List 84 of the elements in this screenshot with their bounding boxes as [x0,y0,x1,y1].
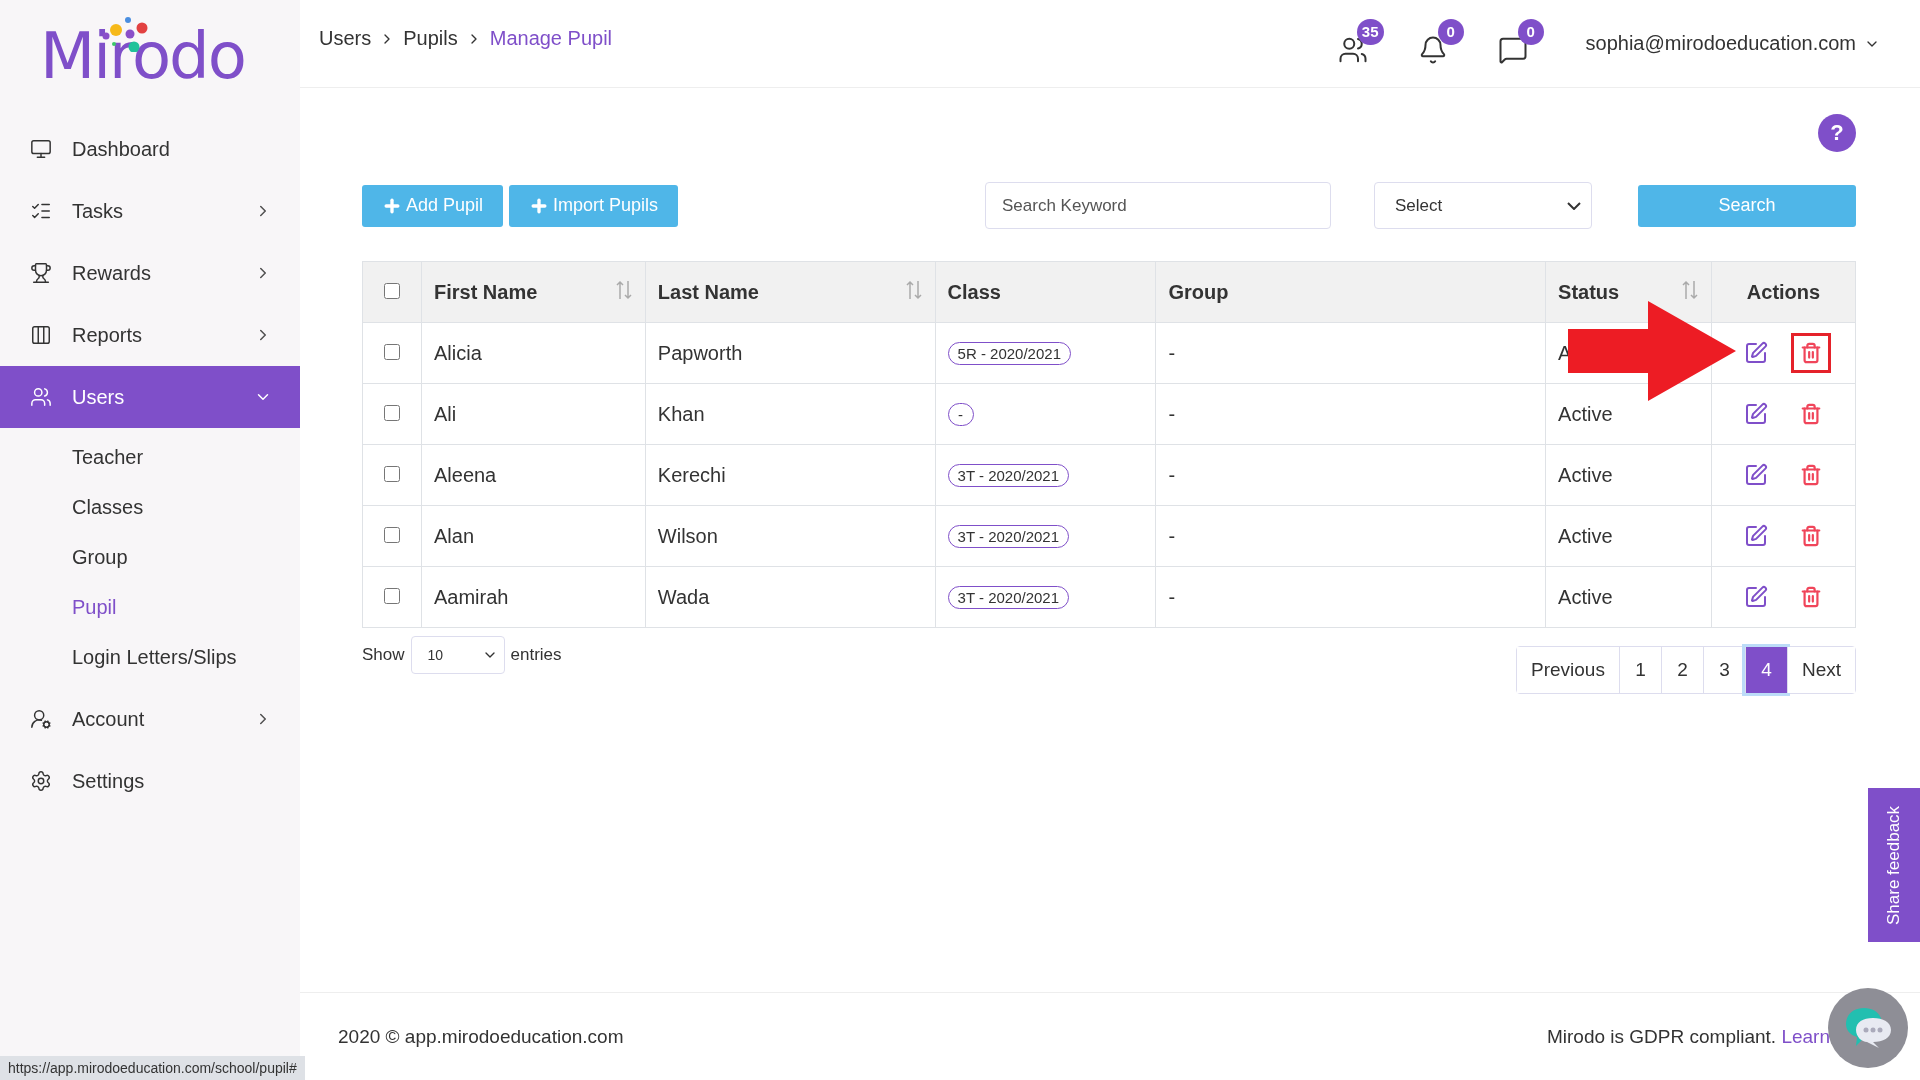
feedback-tab[interactable]: Share feedback [1868,788,1920,942]
table-cell: - [1155,322,1546,384]
help-button[interactable]: ? [1818,114,1856,152]
sidebar-subitem[interactable]: Login Letters/Slips [0,632,300,682]
users-icon [30,386,52,408]
column-header: First Name [433,280,538,304]
sidebar-item[interactable]: Account [0,688,300,750]
gdpr-text: Mirodo is GDPR compliant. [1547,1025,1777,1047]
trash-icon [1800,403,1823,425]
people-button[interactable]: 35 [1333,18,1384,69]
table-cell: - [1155,383,1546,445]
edit-icon [1744,524,1769,548]
column-header: Group [1168,280,1229,303]
table-cell: Active [1545,444,1712,506]
sidebar-subitem[interactable]: Group [0,532,300,582]
sidebar-subitem[interactable]: Classes [0,482,300,532]
user-cog-icon [30,708,52,730]
table-cell: - [1155,444,1546,506]
notifications-button[interactable]: 0 [1413,18,1464,69]
table-cell: Wada [645,566,936,628]
breadcrumb-link[interactable]: Users [319,27,372,50]
select-all-checkbox[interactable] [384,282,400,299]
sidebar-item[interactable]: Tasks [0,180,300,242]
messages-button[interactable]: 0 [1493,18,1544,69]
user-menu[interactable]: sophia@mirodoeducation.com [1579,31,1886,56]
search-field[interactable]: Search Keyword [985,182,1331,229]
entries-label: entries [510,645,562,665]
table-cell: Aleena [421,444,646,506]
table-cell: Active [1545,566,1712,628]
trash-icon [1800,342,1823,364]
row-checkbox[interactable] [384,587,400,604]
sidebar-item[interactable]: Settings [0,750,300,812]
sidebar-item[interactable]: Users [0,366,300,428]
table-cell: Papworth [645,322,936,384]
table-cell: Khan [645,383,936,445]
table-cell: Alan [421,505,646,567]
edit-icon [1744,463,1769,487]
sidebar-subitem[interactable]: Pupil [0,582,300,632]
trash-icon [1800,586,1823,608]
row-checkbox[interactable] [384,526,400,543]
settings-icon [30,770,52,792]
delete-button[interactable] [1791,333,1832,373]
table-cell: Alicia [421,322,646,384]
table-cell: - [1155,505,1546,567]
column-header: Last Name [657,280,759,304]
count-badge: 0 [1437,18,1464,45]
next-page-button[interactable]: Next [1786,647,1855,693]
row-checkbox[interactable] [384,404,400,421]
table-cell: Aamirah [421,566,646,628]
sidebar-item[interactable]: Reports [0,304,300,366]
table-cell: Active [1545,505,1712,567]
sidebar-item[interactable]: Rewards [0,242,300,304]
table-cell: - [1155,566,1546,628]
edit-icon [1744,585,1769,609]
table-cell: Ali [421,383,646,445]
row-checkbox[interactable] [384,465,400,482]
count-badge: 0 [1517,18,1544,45]
sidebar-subitem[interactable]: Teacher [0,432,300,482]
sidebar-item[interactable]: Dashboard [0,118,300,180]
status-bar-url: https://app.mirodoeducation.com/school/pupil# [0,1056,305,1080]
column-header: Class [947,280,1001,303]
row-checkbox[interactable] [384,343,400,360]
filter-select[interactable]: Select [1374,182,1592,229]
edit-icon [1744,402,1769,426]
trash-icon [1800,525,1823,547]
column-header: Actions [1746,280,1821,303]
copyright-text: 2020 © app.mirodoeducation.com [338,1025,624,1048]
page-button[interactable]: 4 [1744,647,1787,693]
column-header: Status [1558,280,1620,304]
edit-icon [1744,341,1769,365]
learn-link[interactable]: Learn [1781,1025,1830,1047]
monitor-icon [30,138,52,160]
table-cell: Wilson [645,505,936,567]
breadcrumb-link[interactable]: Pupils [403,27,458,50]
breadcrumb-link[interactable]: Manage Pupil [489,27,613,50]
table-cell: Kerechi [645,444,936,506]
show-label: Show [362,645,405,665]
columns-icon [30,324,52,346]
count-badge: 35 [1356,18,1384,45]
chevron-icon [1567,201,1581,210]
trash-icon [1800,464,1823,486]
trophy-icon [30,262,52,284]
page-size-select[interactable]: 10 [410,636,505,674]
logo-wordmark[interactable]: Mirodo [40,24,245,88]
